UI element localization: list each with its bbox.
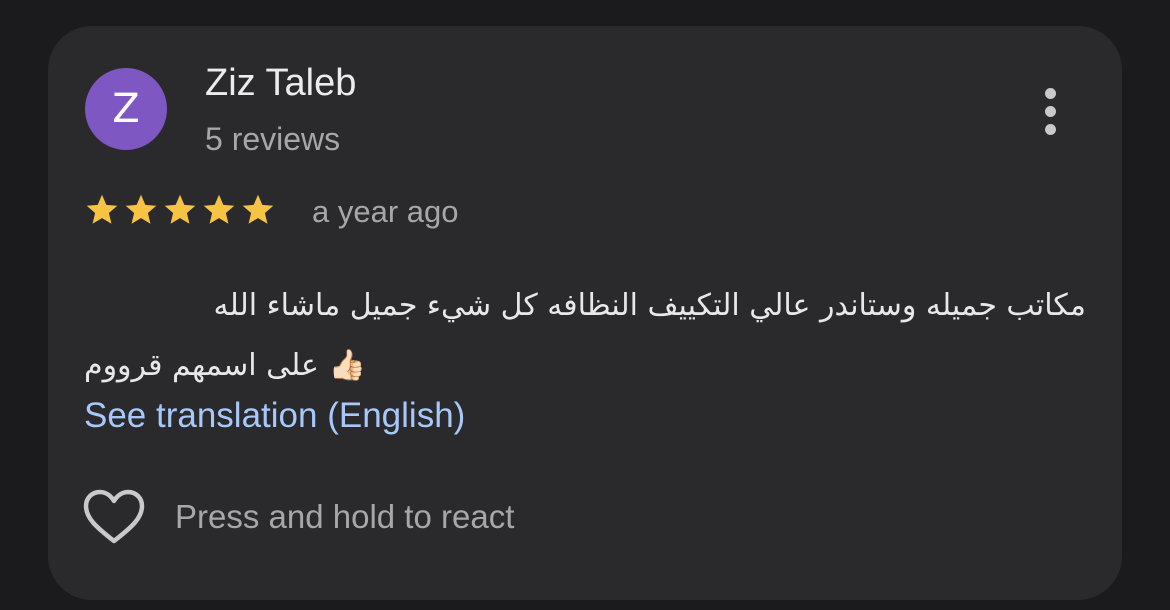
more-options-icon[interactable] <box>1026 81 1074 141</box>
avatar[interactable]: Z <box>85 68 167 150</box>
see-translation-link[interactable]: See translation (English) <box>84 394 465 438</box>
review-card: Z Ziz Taleb 5 reviews a year ago مكاتب ج… <box>48 26 1122 600</box>
review-text-line2: على اسمهم قرووم <box>84 348 319 383</box>
star-icon <box>203 194 235 224</box>
more-dot <box>1044 87 1056 99</box>
star-rating <box>84 192 276 228</box>
review-text-line1: مكاتب جميله وستاندر عالي التكييف النظافه… <box>213 288 1086 323</box>
review-time: a year ago <box>312 194 459 229</box>
heart-outline-icon[interactable] <box>82 488 146 546</box>
star-icon <box>164 194 196 224</box>
more-dot <box>1044 123 1056 135</box>
star-icon <box>86 194 118 224</box>
author-name[interactable]: Ziz Taleb <box>205 60 356 106</box>
review-text: مكاتب جميله وستاندر عالي التكييف النظافه… <box>84 276 1086 396</box>
author-review-count: 5 reviews <box>205 121 341 157</box>
star-icon <box>242 194 274 224</box>
more-dot <box>1044 105 1056 117</box>
review-text-line2-row: على اسمهم قرووم 👍🏻 <box>84 336 1086 396</box>
star-icon <box>125 194 157 224</box>
react-hint: Press and hold to react <box>175 498 515 535</box>
thumbs-up-emoji: 👍🏻 <box>328 348 366 383</box>
